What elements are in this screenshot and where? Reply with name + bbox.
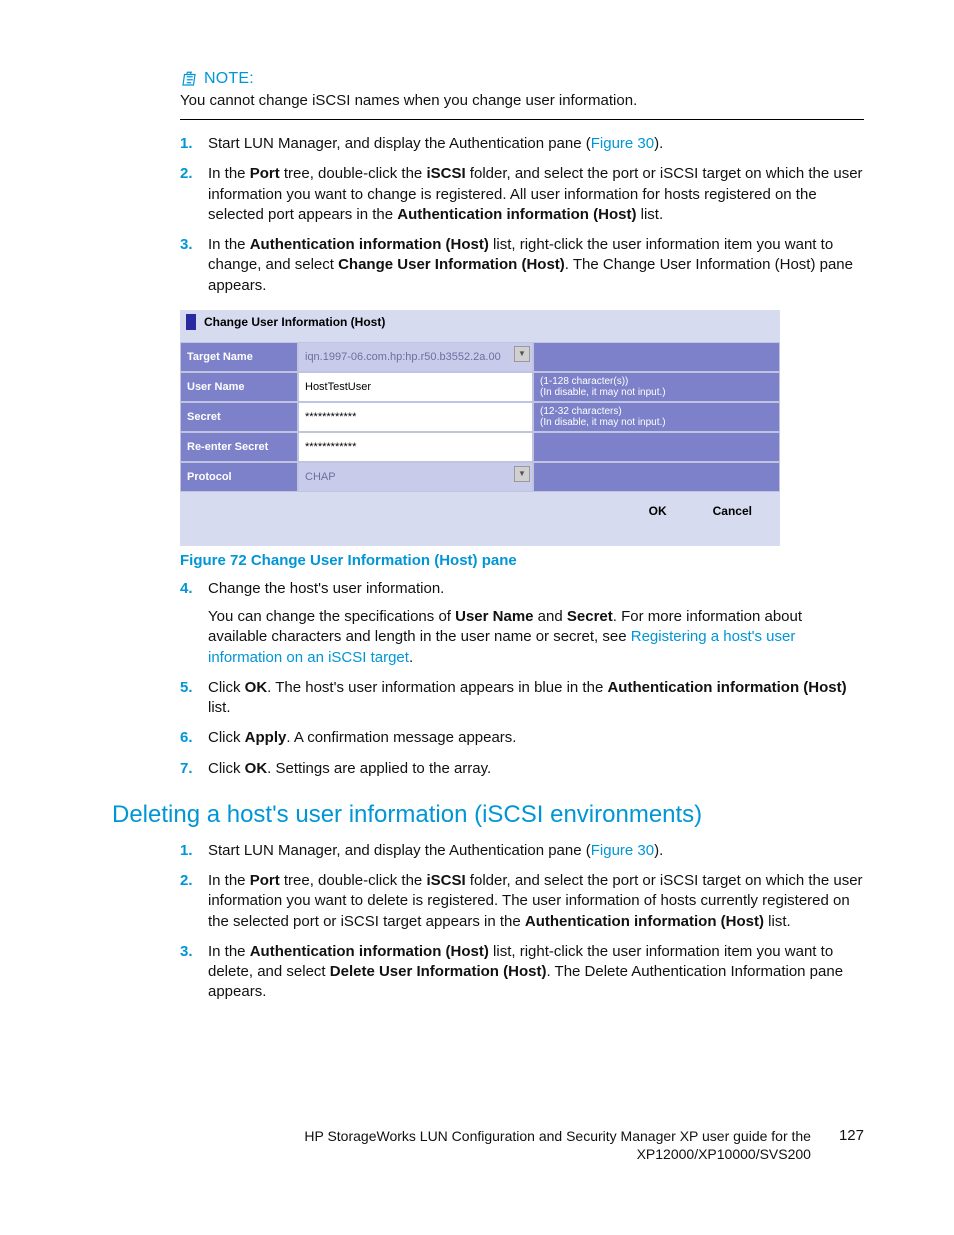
- page-number: 127: [839, 1127, 864, 1144]
- chevron-down-icon[interactable]: ▼: [514, 346, 530, 362]
- change-user-info-pane: Change User Information (Host) Target Na…: [180, 310, 780, 546]
- reenter-secret-label: Re-enter Secret: [180, 432, 298, 462]
- step-number: 2.: [180, 871, 193, 891]
- target-name-label: Target Name: [180, 342, 298, 372]
- step-text: Start LUN Manager, and display the Authe…: [208, 135, 663, 152]
- form-grid: Target Name iqn.1997-06.com.hp:hp.r50.b3…: [180, 342, 780, 492]
- secret-hint: (12-32 characters) (In disable, it may n…: [533, 402, 780, 432]
- step-text: In the Authentication information (Host)…: [208, 236, 853, 294]
- pane-title-row: Change User Information (Host): [180, 310, 780, 342]
- protocol-dropdown[interactable]: CHAP ▼: [298, 462, 533, 492]
- step-text: In the Authentication information (Host)…: [208, 943, 843, 1001]
- procedure-change-user-info: 1. Start LUN Manager, and display the Au…: [180, 134, 864, 296]
- protocol-label: Protocol: [180, 462, 298, 492]
- step-text: Click Apply. A confirmation message appe…: [208, 729, 516, 746]
- figure-72: Change User Information (Host) Target Na…: [180, 310, 864, 569]
- figure-30-link[interactable]: Figure 30: [591, 842, 654, 859]
- step-number: 3.: [180, 942, 193, 962]
- ok-button[interactable]: OK: [643, 502, 673, 520]
- figure-caption: Figure 72 Change User Information (Host)…: [180, 552, 864, 569]
- step-text: In the Port tree, double-click the iSCSI…: [208, 165, 863, 223]
- secret-input[interactable]: ************: [298, 402, 533, 432]
- secret-label: Secret: [180, 402, 298, 432]
- step-number: 2.: [180, 164, 193, 184]
- step-2: 2. In the Port tree, double-click the iS…: [180, 164, 864, 225]
- user-name-hint: (1-128 character(s)) (In disable, it may…: [533, 372, 780, 402]
- user-name-label: User Name: [180, 372, 298, 402]
- step-3: 3. In the Authentication information (Ho…: [180, 235, 864, 296]
- figure-30-link[interactable]: Figure 30: [591, 135, 654, 152]
- protocol-value: CHAP: [305, 471, 336, 483]
- procedure-change-user-info-cont: 4. Change the host's user information. Y…: [180, 579, 864, 779]
- step-text: Start LUN Manager, and display the Authe…: [208, 842, 663, 859]
- step-number: 1.: [180, 841, 193, 861]
- step-text: Click OK. Settings are applied to the ar…: [208, 760, 491, 777]
- pane-title: Change User Information (Host): [204, 315, 385, 329]
- step-number: 1.: [180, 134, 193, 154]
- target-name-dropdown[interactable]: iqn.1997-06.com.hp:hp.r50.b3552.2a.00 ▼: [298, 342, 533, 372]
- chevron-down-icon[interactable]: ▼: [514, 466, 530, 482]
- step-number: 6.: [180, 728, 193, 748]
- step-number: 7.: [180, 759, 193, 779]
- note-divider: [180, 119, 864, 120]
- step-number: 3.: [180, 235, 193, 255]
- step-2: 2. In the Port tree, double-click the iS…: [180, 871, 864, 932]
- step-number: 5.: [180, 678, 193, 698]
- procedure-delete-user-info: 1. Start LUN Manager, and display the Au…: [180, 841, 864, 1003]
- page-footer: HP StorageWorks LUN Configuration and Se…: [0, 1127, 954, 1163]
- target-name-value: iqn.1997-06.com.hp:hp.r50.b3552.2a.00: [305, 351, 501, 363]
- button-row: OK Cancel: [180, 492, 780, 546]
- footer-text: HP StorageWorks LUN Configuration and Se…: [304, 1127, 811, 1163]
- note-body: You cannot change iSCSI names when you c…: [180, 92, 864, 109]
- section-deleting-heading: Deleting a host's user information (iSCS…: [112, 801, 864, 829]
- reenter-secret-input[interactable]: ************: [298, 432, 533, 462]
- step-text: In the Port tree, double-click the iSCSI…: [208, 872, 863, 930]
- empty-cell: [533, 432, 780, 462]
- note-label: NOTE:: [204, 70, 254, 88]
- step-7: 7. Click OK. Settings are applied to the…: [180, 759, 864, 779]
- note-header: NOTE:: [180, 70, 864, 88]
- step-text: Change the host's user information.: [208, 580, 444, 597]
- empty-cell: [533, 342, 780, 372]
- cancel-button[interactable]: Cancel: [707, 502, 758, 520]
- step-text: Click OK. The host's user information ap…: [208, 679, 847, 716]
- step-1: 1. Start LUN Manager, and display the Au…: [180, 841, 864, 861]
- title-bar-accent: [186, 314, 196, 330]
- empty-cell: [533, 462, 780, 492]
- step-5: 5. Click OK. The host's user information…: [180, 678, 864, 719]
- step-number: 4.: [180, 579, 193, 599]
- step-4: 4. Change the host's user information. Y…: [180, 579, 864, 668]
- step-3: 3. In the Authentication information (Ho…: [180, 942, 864, 1003]
- step-6: 6. Click Apply. A confirmation message a…: [180, 728, 864, 748]
- step-1: 1. Start LUN Manager, and display the Au…: [180, 134, 864, 154]
- note-icon: [180, 70, 198, 88]
- user-name-input[interactable]: HostTestUser: [298, 372, 533, 402]
- page-content: NOTE: You cannot change iSCSI names when…: [0, 0, 954, 1003]
- step-4-detail: You can change the specifications of Use…: [208, 607, 864, 668]
